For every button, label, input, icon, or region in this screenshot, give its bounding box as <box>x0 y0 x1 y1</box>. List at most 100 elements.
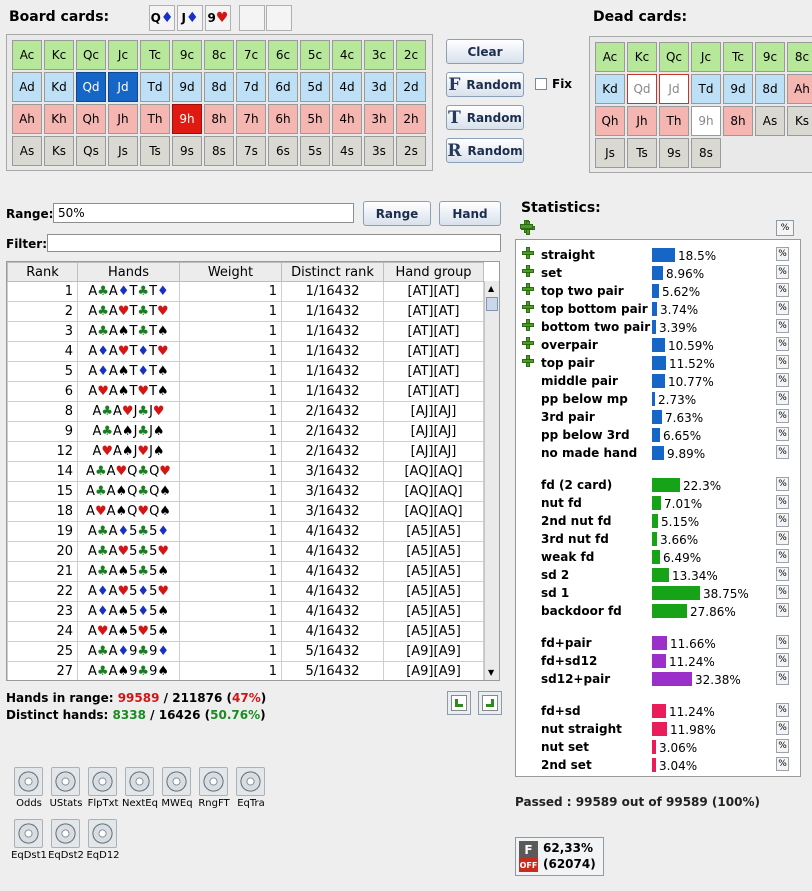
add-stat-plus-icon[interactable] <box>522 319 534 331</box>
dead-card-Jh[interactable]: Jh <box>627 106 657 136</box>
board-card-6s[interactable]: 6s <box>268 136 298 166</box>
stat-percent-button[interactable]: % <box>776 319 789 333</box>
table-row[interactable]: 1 A♣A♦T♣T♦ 1 1/16432 [AT][AT] <box>7 281 484 302</box>
dead-card-Th[interactable]: Th <box>659 106 689 136</box>
board-card-Kd[interactable]: Kd <box>44 72 74 102</box>
table-row[interactable]: 18 A♥A♠Q♥Q♠ 1 3/16432 [AQ][AQ] <box>7 501 484 522</box>
export-right-button[interactable] <box>478 691 502 715</box>
stat-percent-button[interactable]: % <box>776 549 789 563</box>
dead-card-Qh[interactable]: Qh <box>595 106 625 136</box>
stat-percent-button[interactable]: % <box>776 653 789 667</box>
board-card-4c[interactable]: 4c <box>332 40 362 70</box>
board-card-Qc[interactable]: Qc <box>76 40 106 70</box>
board-card-2d[interactable]: 2d <box>396 72 426 102</box>
board-card-Qs[interactable]: Qs <box>76 136 106 166</box>
stat-percent-button[interactable]: % <box>776 391 789 405</box>
board-slot-3[interactable]: 9 ♥ <box>205 5 231 31</box>
scroll-up-icon[interactable]: ▲ <box>488 284 494 293</box>
table-row[interactable]: 14 A♣A♥Q♣Q♥ 1 3/16432 [AQ][AQ] <box>7 461 484 482</box>
board-card-2s[interactable]: 2s <box>396 136 426 166</box>
board-card-Ac[interactable]: Ac <box>12 40 42 70</box>
add-stat-plus-icon[interactable] <box>522 265 534 277</box>
stat-percent-button[interactable]: % <box>776 427 789 441</box>
stat-percent-button[interactable]: % <box>776 739 789 753</box>
dead-card-As[interactable]: As <box>755 106 785 136</box>
table-row[interactable]: 5 A♦A♠T♦T♠ 1 1/16432 [AT][AT] <box>7 361 484 382</box>
flop-filter-indicator[interactable]: F OFF 62,33% (62074) <box>515 837 604 876</box>
dead-card-8s[interactable]: 8s <box>691 138 721 168</box>
dead-card-8d[interactable]: 8d <box>755 74 785 104</box>
board-card-7h[interactable]: 7h <box>236 104 266 134</box>
board-card-Jh[interactable]: Jh <box>108 104 138 134</box>
dead-card-9d[interactable]: 9d <box>723 74 753 104</box>
stat-percent-button[interactable]: % <box>776 477 789 491</box>
column-header[interactable]: Weight <box>179 262 282 282</box>
add-stat-plus-icon[interactable] <box>522 337 534 349</box>
table-row[interactable]: 19 A♣A♦5♣5♦ 1 4/16432 [A5][A5] <box>7 521 484 542</box>
board-card-Th[interactable]: Th <box>140 104 170 134</box>
stat-percent-button[interactable]: % <box>776 603 789 617</box>
range-input[interactable]: 50% <box>53 203 354 223</box>
table-row[interactable]: 27 A♣A♠9♣9♠ 1 5/16432 [A9][A9] <box>7 661 484 680</box>
board-card-8s[interactable]: 8s <box>204 136 234 166</box>
dead-card-9c[interactable]: 9c <box>755 42 785 72</box>
tool-nexteq-button[interactable] <box>125 767 154 796</box>
stat-percent-button[interactable]: % <box>776 531 789 545</box>
board-card-8c[interactable]: 8c <box>204 40 234 70</box>
board-slot-2[interactable]: J ♦ <box>177 5 203 31</box>
board-card-Ks[interactable]: Ks <box>44 136 74 166</box>
stat-percent-button[interactable]: % <box>776 703 789 717</box>
board-card-5c[interactable]: 5c <box>300 40 330 70</box>
tool-ustats-button[interactable] <box>51 767 80 796</box>
clear-button[interactable]: Clear <box>446 39 524 64</box>
dead-card-Ks[interactable]: Ks <box>787 106 812 136</box>
board-card-7c[interactable]: 7c <box>236 40 266 70</box>
table-row[interactable]: 24 A♥A♠5♥5♠ 1 4/16432 [A5][A5] <box>7 621 484 642</box>
board-card-Qh[interactable]: Qh <box>76 104 106 134</box>
table-row[interactable]: 23 A♦A♠5♦5♠ 1 4/16432 [A5][A5] <box>7 601 484 622</box>
table-row[interactable]: 3 A♣A♠T♣T♠ 1 1/16432 [AT][AT] <box>7 321 484 342</box>
table-row[interactable]: 20 A♣A♥5♣5♥ 1 4/16432 [A5][A5] <box>7 541 484 562</box>
dead-card-Js[interactable]: Js <box>595 138 625 168</box>
stat-percent-button[interactable]: % <box>776 247 789 261</box>
board-card-Tc[interactable]: Tc <box>140 40 170 70</box>
column-header[interactable]: Hand group <box>383 262 484 282</box>
dead-card-9s[interactable]: 9s <box>659 138 689 168</box>
filter-input[interactable] <box>47 234 501 252</box>
dead-card-8h[interactable]: 8h <box>723 106 753 136</box>
add-stat-plus-icon[interactable] <box>522 283 534 295</box>
board-card-Ad[interactable]: Ad <box>12 72 42 102</box>
dead-card-Ah[interactable]: Ah <box>787 74 812 104</box>
stat-percent-button[interactable]: % <box>776 283 789 297</box>
dead-card-Tc[interactable]: Tc <box>723 42 753 72</box>
stat-percent-button[interactable]: % <box>776 337 789 351</box>
fix-checkbox[interactable] <box>535 78 547 90</box>
board-card-5h[interactable]: 5h <box>300 104 330 134</box>
board-card-7s[interactable]: 7s <box>236 136 266 166</box>
dead-card-9h[interactable]: 9h <box>691 106 721 136</box>
table-scrollbar[interactable]: ▲ ▼ <box>484 281 499 680</box>
board-card-6c[interactable]: 6c <box>268 40 298 70</box>
board-card-2c[interactable]: 2c <box>396 40 426 70</box>
hand-button[interactable]: Hand <box>439 201 501 226</box>
dead-card-Jc[interactable]: Jc <box>691 42 721 72</box>
dead-card-Kd[interactable]: Kd <box>595 74 625 104</box>
stat-percent-button[interactable]: % <box>776 757 789 771</box>
board-card-Jd[interactable]: Jd <box>108 72 138 102</box>
dead-card-Qd[interactable]: Qd <box>627 74 657 104</box>
table-row[interactable]: 2 A♣A♥T♣T♥ 1 1/16432 [AT][AT] <box>7 301 484 322</box>
dead-card-Td[interactable]: Td <box>691 74 721 104</box>
board-card-9h[interactable]: 9h <box>172 104 202 134</box>
board-card-Jc[interactable]: Jc <box>108 40 138 70</box>
stat-percent-button[interactable]: % <box>776 585 789 599</box>
table-row[interactable]: 15 A♣A♠Q♣Q♠ 1 3/16432 [AQ][AQ] <box>7 481 484 502</box>
board-card-Td[interactable]: Td <box>140 72 170 102</box>
board-card-9c[interactable]: 9c <box>172 40 202 70</box>
table-row[interactable]: 9 A♣A♠J♣J♠ 1 2/16432 [AJ][AJ] <box>7 421 484 442</box>
add-stat-icon[interactable] <box>520 220 536 236</box>
board-card-7d[interactable]: 7d <box>236 72 266 102</box>
column-header[interactable]: Distinct rank <box>281 262 384 282</box>
board-card-5s[interactable]: 5s <box>300 136 330 166</box>
dead-card-Qc[interactable]: Qc <box>659 42 689 72</box>
export-left-button[interactable] <box>447 691 471 715</box>
